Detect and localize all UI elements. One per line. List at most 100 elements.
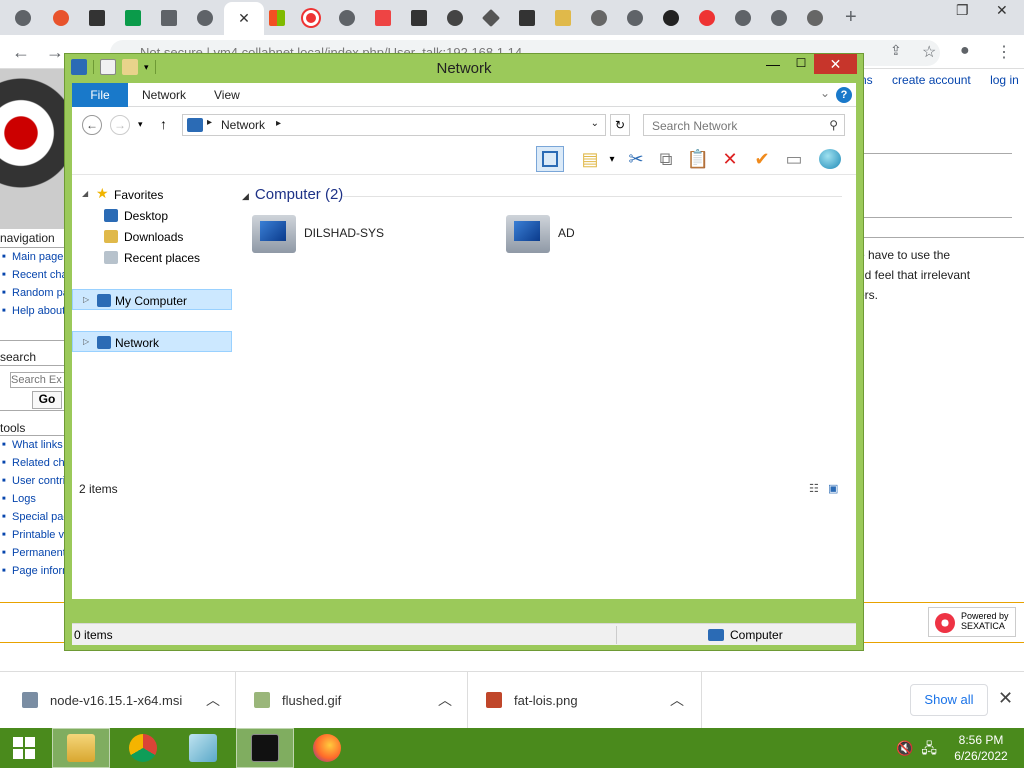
nav-desktop[interactable]: Desktop: [72, 205, 232, 226]
tab-starwars[interactable]: [658, 5, 684, 31]
back-button[interactable]: ←: [82, 115, 102, 135]
nav-link[interactable]: Help about MediaWiki: [0, 302, 65, 320]
close-icon[interactable]: ✕: [998, 688, 1013, 709]
forward-arrow-icon[interactable]: →: [46, 42, 64, 63]
paste-icon[interactable]: 📋: [684, 146, 712, 172]
explorer-title-bar[interactable]: ▾ Network — ☐ ✕: [65, 54, 863, 83]
group-header[interactable]: ◢ Computer (2): [242, 186, 343, 203]
up-arrow-icon[interactable]: ↑: [160, 116, 167, 132]
tab-globe-2[interactable]: [192, 5, 218, 31]
expand-arrow-icon[interactable]: ◢: [82, 189, 88, 198]
tools-link[interactable]: Logs: [0, 490, 65, 508]
back-arrow-icon[interactable]: ←: [12, 42, 30, 63]
tools-link[interactable]: Permanent link: [0, 544, 65, 562]
new-tab-button[interactable]: +: [845, 6, 857, 29]
tools-link[interactable]: Related changes: [0, 454, 65, 472]
tab-bug[interactable]: [48, 5, 74, 31]
taskbar-cmd[interactable]: [236, 728, 294, 768]
breadcrumb-chevron-icon[interactable]: ▸: [207, 117, 212, 128]
tab-store[interactable]: [370, 5, 396, 31]
rename-icon[interactable]: ▭: [780, 146, 808, 172]
tab-diamond[interactable]: [478, 5, 504, 31]
browser-restore-button[interactable]: ❐: [956, 2, 969, 19]
tab-file[interactable]: File: [72, 83, 128, 107]
tab-sqlite-2[interactable]: [406, 5, 432, 31]
tab-gear-2[interactable]: [802, 5, 828, 31]
tab-ring[interactable]: [298, 5, 324, 31]
start-button[interactable]: [8, 734, 40, 762]
show-all-button[interactable]: Show all: [910, 684, 988, 716]
expand-arrow-icon[interactable]: ▷: [83, 295, 89, 304]
taskbar-firefox[interactable]: [298, 728, 356, 768]
refresh-button[interactable]: ↻: [610, 114, 630, 136]
close-icon[interactable]: ✕: [238, 10, 250, 27]
check-icon[interactable]: ✔: [748, 146, 776, 172]
bookmark-star-icon[interactable]: ☆: [922, 42, 936, 62]
nav-link[interactable]: Main page: [0, 248, 65, 266]
details-view-icon[interactable]: ☷: [809, 483, 819, 495]
tab-sqlite-3[interactable]: [514, 5, 540, 31]
taskbar-file-explorer[interactable]: [52, 728, 110, 768]
globe-icon[interactable]: [816, 146, 844, 172]
nav-link[interactable]: Recent changes: [0, 266, 65, 284]
delete-icon[interactable]: ✕: [716, 146, 744, 172]
computer-item[interactable]: AD: [506, 215, 626, 255]
explorer-minimize-button[interactable]: —: [759, 56, 787, 76]
wiki-logo[interactable]: [0, 69, 70, 229]
recent-locations-dropdown[interactable]: ▾: [138, 119, 143, 130]
tab-globe-5[interactable]: [730, 5, 756, 31]
tab-gear[interactable]: [586, 5, 612, 31]
chevron-up-icon[interactable]: ︿: [438, 690, 452, 710]
tools-link[interactable]: Printable version: [0, 526, 65, 544]
tab-download[interactable]: [156, 5, 182, 31]
copy-icon[interactable]: ⧉: [652, 146, 680, 172]
download-item[interactable]: fat-lois.png ︿: [486, 672, 702, 729]
link-log-in[interactable]: log in: [990, 73, 1019, 87]
search-network-input[interactable]: Search Network ⚲: [643, 114, 845, 136]
nav-network[interactable]: ▷ Network: [72, 331, 232, 352]
download-item[interactable]: flushed.gif ︿: [254, 672, 468, 729]
nav-favorites[interactable]: ◢ ★ Favorites: [72, 184, 232, 205]
profile-icon[interactable]: ●: [960, 42, 970, 60]
breadcrumb-chevron-icon[interactable]: ▸: [276, 118, 281, 129]
nav-my-computer[interactable]: ▷ My Computer: [72, 289, 232, 310]
network-tray-icon[interactable]: 🖧: [921, 740, 937, 756]
tools-link[interactable]: Page information: [0, 562, 65, 580]
address-dropdown-icon[interactable]: ⌄: [591, 118, 599, 129]
computer-item[interactable]: DILSHAD-SYS: [252, 215, 452, 255]
powered-by-badge[interactable]: Powered by SEXATICA: [928, 607, 1016, 637]
nav-link[interactable]: Random page: [0, 284, 65, 302]
menu-icon[interactable]: ⋮: [996, 42, 1012, 62]
nav-recent-places[interactable]: Recent places: [72, 247, 232, 268]
collapse-arrow-icon[interactable]: ◢: [242, 191, 249, 201]
clock[interactable]: 8:56 PM 6/26/2022: [946, 732, 1016, 764]
active-tab[interactable]: ✕: [224, 2, 264, 35]
tools-link[interactable]: What links here: [0, 436, 65, 454]
breadcrumb-network[interactable]: Network: [221, 118, 265, 132]
explorer-maximize-button[interactable]: ☐: [787, 56, 815, 76]
volume-muted-icon[interactable]: 🔇: [896, 740, 913, 756]
taskbar-notepad[interactable]: [174, 728, 232, 768]
browser-close-button[interactable]: ✕: [996, 2, 1008, 19]
large-icons-view-icon[interactable]: ▣: [828, 483, 838, 495]
tab-globe-6[interactable]: [766, 5, 792, 31]
tab-sqlite[interactable]: [84, 5, 110, 31]
chevron-up-icon[interactable]: ︿: [206, 690, 220, 710]
tab-globe-3[interactable]: [334, 5, 360, 31]
share-icon[interactable]: ⇪: [890, 42, 902, 59]
tab-view[interactable]: View: [214, 88, 240, 102]
tab-nginx[interactable]: [120, 5, 146, 31]
tab-globe-4[interactable]: [622, 5, 648, 31]
tab-ring-2[interactable]: [694, 5, 720, 31]
preview-pane-icon[interactable]: [536, 146, 564, 172]
tab-globe[interactable]: [10, 5, 36, 31]
download-item[interactable]: node-v16.15.1-x64.msi ︿: [22, 672, 236, 729]
expand-arrow-icon[interactable]: ▷: [83, 337, 89, 346]
wiki-search-input[interactable]: [10, 372, 66, 388]
tab-chrome[interactable]: [442, 5, 468, 31]
tools-link[interactable]: User contributions: [0, 472, 65, 490]
tab-windows[interactable]: [264, 5, 290, 31]
nav-downloads[interactable]: Downloads: [72, 226, 232, 247]
wiki-go-button[interactable]: Go: [32, 391, 62, 409]
chevron-down-icon[interactable]: ⌄: [820, 86, 830, 100]
